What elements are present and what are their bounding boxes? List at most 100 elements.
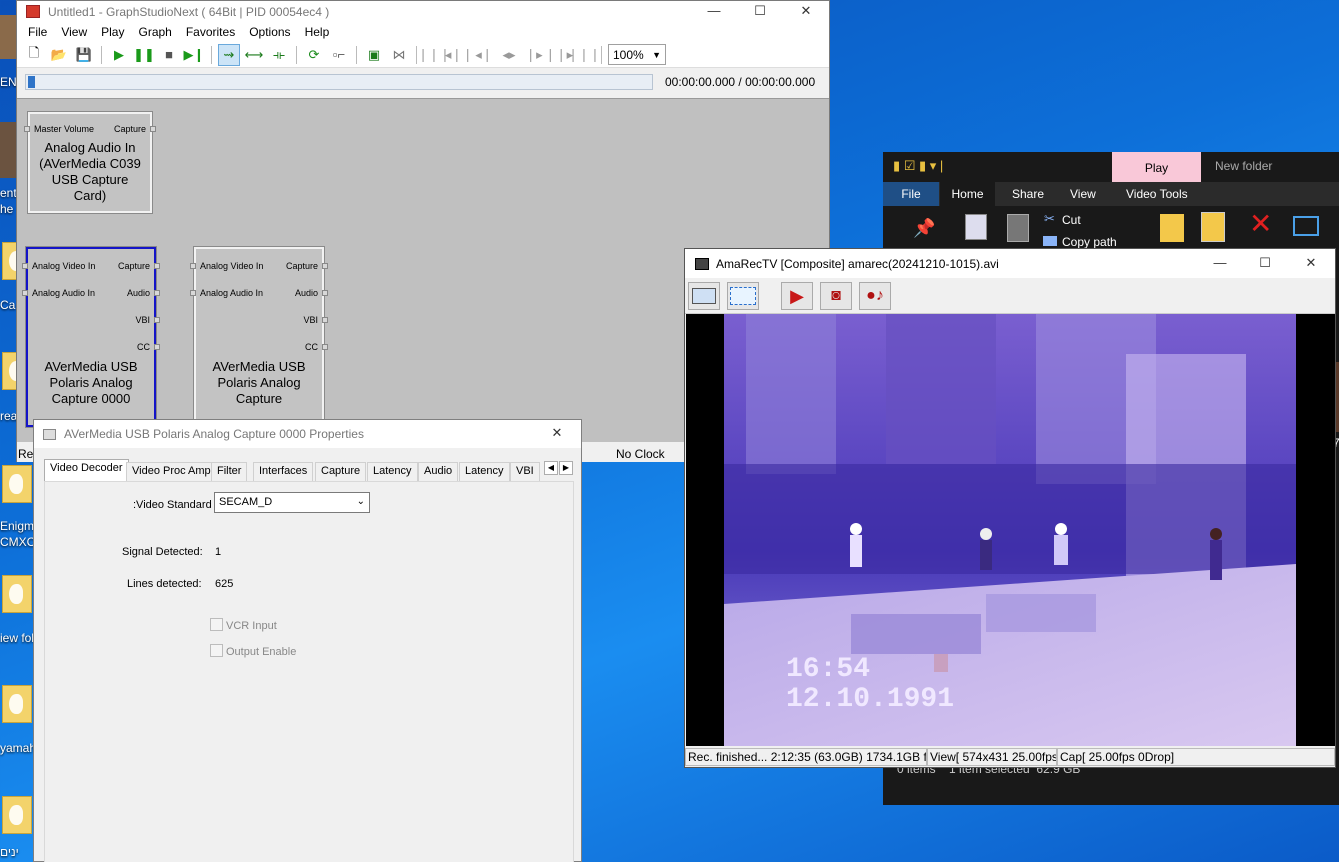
tab-filter[interactable]: Filter: [211, 462, 248, 481]
video-preview[interactable]: 16:54 12.10.1991: [686, 314, 1335, 746]
menu-options[interactable]: Options: [242, 25, 297, 39]
close-button[interactable]: ✕: [544, 423, 570, 444]
tab-scroll-right-icon[interactable]: ▶: [559, 461, 573, 475]
pin-cc[interactable]: CC: [305, 342, 318, 352]
minimize-button[interactable]: —: [1197, 253, 1243, 274]
delete-icon[interactable]: ✕: [1249, 210, 1272, 238]
remove-filter-icon[interactable]: ⋈: [388, 44, 410, 66]
pin-vbi[interactable]: VBI: [135, 315, 150, 325]
tab-latency[interactable]: Latency: [367, 462, 418, 481]
ribbon-tab-video-tools[interactable]: Video Tools: [1126, 187, 1188, 201]
close-button[interactable]: ✕: [1288, 253, 1334, 274]
play-icon[interactable]: ▶: [108, 44, 130, 66]
video-standard-select[interactable]: SECAM_D ⌄: [214, 492, 370, 513]
input-pin-connector[interactable]: [24, 126, 30, 132]
output-pin-connector[interactable]: [322, 317, 328, 323]
rename-icon[interactable]: [1293, 216, 1319, 236]
snapshot-camera-icon[interactable]: ◙: [820, 282, 852, 310]
output-pin-connector[interactable]: [322, 344, 328, 350]
open-folder-icon[interactable]: 📂: [48, 44, 70, 66]
vcr-input-checkbox[interactable]: [210, 618, 223, 631]
pin-icon[interactable]: 📌: [913, 218, 935, 239]
ribbon-tab-home[interactable]: Home: [940, 182, 995, 206]
step-frame-icon[interactable]: ▶❙: [183, 44, 205, 66]
menu-play[interactable]: Play: [94, 25, 131, 39]
pause-icon[interactable]: ❚❚: [133, 44, 155, 66]
close-button[interactable]: ✕: [783, 1, 829, 22]
pin-capture[interactable]: Capture: [118, 261, 150, 271]
stop-icon[interactable]: ■: [158, 44, 180, 66]
graph-settings-icon[interactable]: [727, 282, 759, 310]
seek-thumb[interactable]: [28, 76, 35, 88]
minimize-button[interactable]: —: [691, 1, 737, 22]
copy-icon[interactable]: [965, 214, 987, 240]
tab-video-decoder[interactable]: Video Decoder: [44, 459, 129, 481]
output-pin-connector[interactable]: [322, 263, 328, 269]
maximize-button[interactable]: ☐: [1242, 253, 1288, 274]
properties-titlebar[interactable]: AVerMedia USB Polaris Analog Capture 000…: [34, 420, 581, 448]
tab-capture[interactable]: Capture: [315, 462, 367, 481]
filter-analog-audio-in[interactable]: Master Volume Capture Analog Audio In (A…: [24, 111, 156, 214]
output-enable-checkbox[interactable]: [210, 644, 223, 657]
filter-icon[interactable]: ▣: [363, 44, 385, 66]
frame-first-icon[interactable]: ❘❘❘: [418, 44, 451, 66]
frame-back-fast-icon[interactable]: ◂❘❘: [445, 44, 473, 66]
input-pin-connector[interactable]: [190, 290, 196, 296]
pin-master-volume[interactable]: Master Volume: [34, 124, 94, 134]
ribbon-tab-view[interactable]: View: [1070, 187, 1096, 201]
record-play-icon[interactable]: ▶: [781, 282, 813, 310]
pin-analog-audio-in[interactable]: Analog Audio In: [32, 288, 95, 298]
desktop-folder-icon[interactable]: [0, 796, 34, 840]
input-pin-connector[interactable]: [190, 263, 196, 269]
tab-audio[interactable]: Audio: [418, 462, 459, 481]
pin-cc[interactable]: CC: [137, 342, 150, 352]
connect-pins-icon[interactable]: ⟷: [243, 44, 265, 66]
output-pin-connector[interactable]: [322, 290, 328, 296]
pin-vbi[interactable]: VBI: [303, 315, 318, 325]
frame-back-icon[interactable]: ◂❘: [473, 44, 495, 66]
pin-analog-audio-in[interactable]: Analog Audio In: [200, 288, 263, 298]
tab-latency-2[interactable]: Latency: [459, 462, 510, 481]
output-pin-connector[interactable]: [150, 126, 156, 132]
output-pin-connector[interactable]: [154, 263, 160, 269]
save-icon[interactable]: 💾: [73, 44, 95, 66]
pin-analog-video-in[interactable]: Analog Video In: [32, 261, 95, 271]
frame-last-icon[interactable]: ❘❘❘: [568, 44, 601, 66]
zoom-dropdown[interactable]: 100% ▼: [608, 44, 666, 65]
intelligent-connect-icon[interactable]: ⟛: [268, 44, 290, 66]
pin-capture[interactable]: Capture: [286, 261, 318, 271]
desktop-avatar-icon[interactable]: [0, 15, 16, 59]
menu-file[interactable]: File: [21, 25, 54, 39]
cut-button[interactable]: Cut: [1062, 213, 1081, 227]
menu-view[interactable]: View: [54, 25, 94, 39]
tab-interfaces[interactable]: Interfaces: [253, 462, 314, 481]
copy-to-icon[interactable]: [1201, 212, 1225, 242]
maximize-button[interactable]: ☐: [737, 1, 783, 22]
menu-graph[interactable]: Graph: [131, 25, 178, 39]
pin-audio[interactable]: Audio: [295, 288, 318, 298]
tab-vbi[interactable]: VBI: [510, 462, 540, 481]
menu-favorites[interactable]: Favorites: [179, 25, 242, 39]
record-audio-icon[interactable]: ●♪: [859, 282, 891, 310]
seek-icon[interactable]: ▫⌐: [328, 44, 350, 66]
tab-scroll-left-icon[interactable]: ◀: [544, 461, 558, 475]
cut-icon[interactable]: ✂: [1044, 211, 1055, 227]
amarec-titlebar[interactable]: AmaRecTV [Composite] amarec(20241210-101…: [685, 249, 1335, 278]
new-file-icon[interactable]: 🗋: [23, 44, 45, 66]
desktop-folder-icon[interactable]: [0, 685, 34, 729]
output-pin-connector[interactable]: [154, 290, 160, 296]
input-pin-connector[interactable]: [22, 290, 28, 296]
frame-step-icon[interactable]: ◂▸: [498, 44, 520, 66]
pin-audio[interactable]: Audio: [127, 288, 150, 298]
desktop-avatar-icon[interactable]: [0, 122, 16, 178]
output-pin-connector[interactable]: [154, 344, 160, 350]
ribbon-tab-file[interactable]: File: [883, 182, 939, 206]
explorer-play-tab[interactable]: Play: [1112, 152, 1201, 182]
pin-analog-video-in[interactable]: Analog Video In: [200, 261, 263, 271]
filter-capture-0000[interactable]: Analog Video In Analog Audio In Capture …: [22, 246, 160, 428]
paste-icon[interactable]: [1007, 214, 1029, 242]
graphstudio-titlebar[interactable]: Untitled1 - GraphStudioNext ( 64Bit | PI…: [17, 1, 829, 22]
move-to-icon[interactable]: [1160, 214, 1184, 242]
desktop-folder-icon[interactable]: [0, 465, 34, 509]
ribbon-tab-share[interactable]: Share: [1012, 187, 1044, 201]
